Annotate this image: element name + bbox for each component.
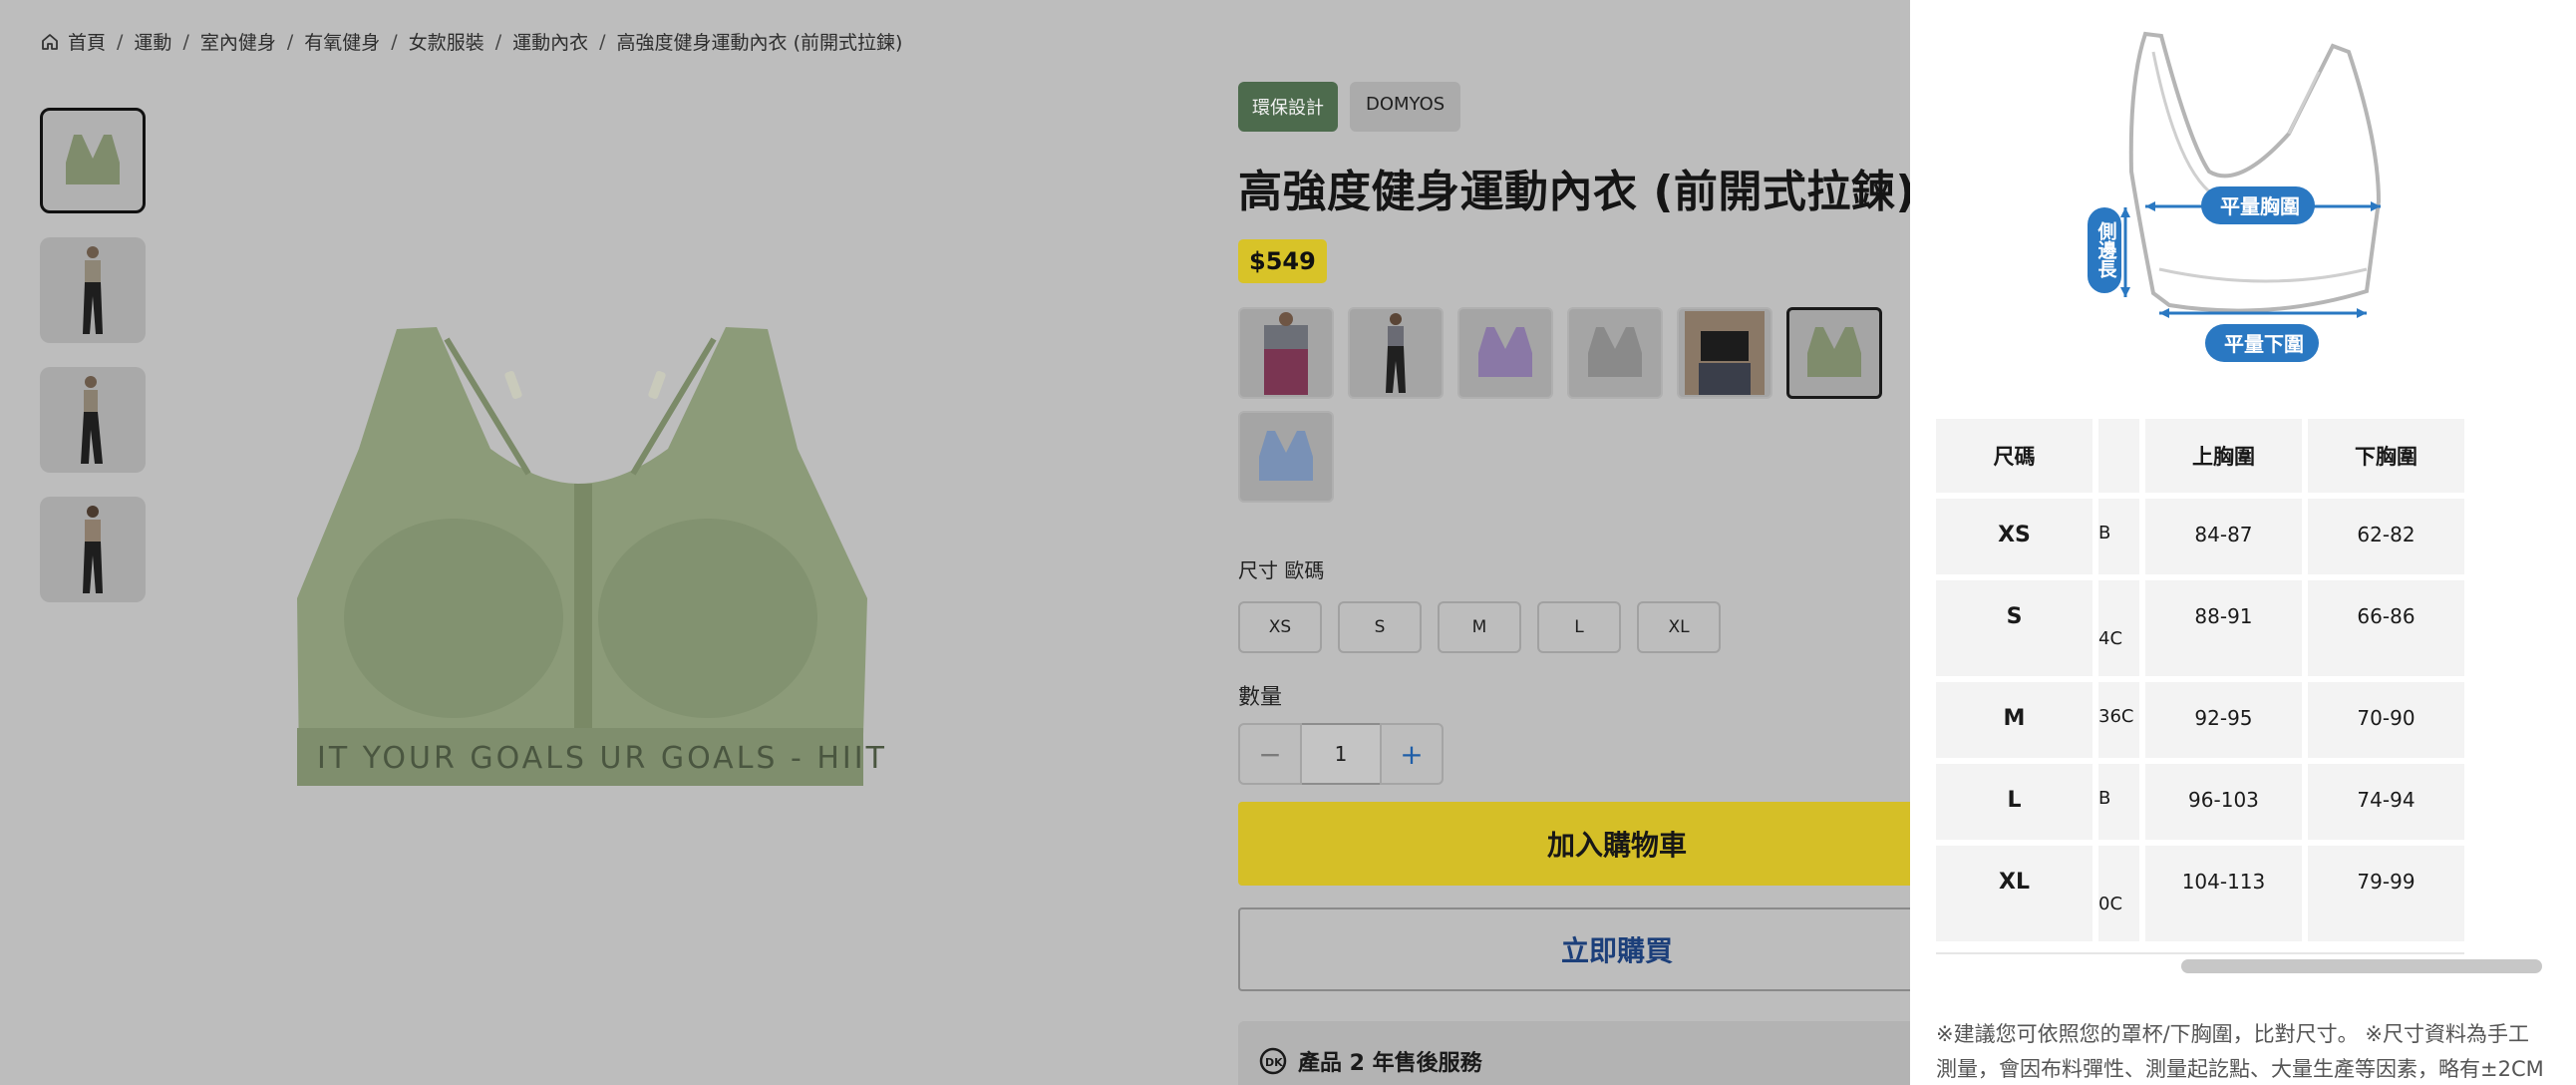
image-thumbnails [40,108,146,626]
cell-cup: B [2098,499,2139,574]
color-swatch-black[interactable] [1348,307,1444,399]
color-swatches [1238,307,1956,503]
cell-size: M [1936,682,2093,758]
cell-cup: B [2098,764,2139,840]
table-horizontal-scrollbar[interactable] [1936,952,2542,978]
breadcrumb-sports-bra[interactable]: 運動內衣 [512,28,588,55]
home-icon[interactable] [40,32,60,52]
thumbnail-model-back[interactable] [40,497,146,602]
product-title: 高強度健身運動內衣 (前開式拉鍊) [1238,167,1917,217]
breadcrumb: 首頁 / 運動 / 室內健身 / 有氧健身 / 女款服裝 / 運動內衣 / 高強度健身運動內… [40,28,902,55]
thumbnail-model-front[interactable] [40,237,146,343]
cell-underbust: 74-94 [2307,764,2464,840]
warranty-service-banner[interactable]: DK 產品 2 年售後服務 [1238,1021,1996,1085]
color-swatch-grey[interactable] [1567,307,1663,399]
size-label: 尺寸 歐碼 [1238,558,1325,582]
breadcrumb-indoor-fitness[interactable]: 室內健身 [200,28,276,55]
band-text: IT YOUR GOALS UR GOALS - HIIT [317,741,887,776]
size-option-xs[interactable]: XS [1238,601,1322,653]
under-width-label: 平量下圍 [2224,331,2304,356]
table-row: XS B 84-87 62-82 [1936,499,2464,574]
size-option-l[interactable]: L [1537,601,1621,653]
warranty-label: 產品 2 年售後服務 [1298,1051,1482,1076]
cell-cup: 0C [2098,846,2139,941]
breadcrumb-cardio[interactable]: 有氧健身 [304,28,380,55]
quantity-stepper: − 1 + [1238,723,1444,785]
breadcrumb-separator: / [286,30,294,53]
quantity-label: 數量 [1238,685,1283,710]
breadcrumb-separator: / [599,30,606,53]
svg-text:DK: DK [1265,1056,1283,1069]
table-row: XL 0C 104-113 79-99 [1936,846,2464,941]
header-bust: 上胸圍 [2144,419,2302,493]
color-swatch-green-selected[interactable] [1786,307,1882,399]
warranty-icon: DK [1259,1047,1287,1075]
sports-bra-image: IT YOUR GOALS UR GOALS - HIIT [297,327,887,786]
quantity-increase-button[interactable]: + [1380,723,1444,785]
color-swatch-blue[interactable] [1238,411,1334,503]
table-header-row: 尺碼 上胸圍 下胸圍 [1936,419,2464,493]
breadcrumb-separator: / [117,30,124,53]
bra-thumbnail-icon [66,135,120,184]
cell-size: XS [1936,499,2093,574]
size-options: XS S M L XL [1238,601,1936,653]
cell-size: L [1936,764,2093,840]
main-product-image[interactable]: IT YOUR GOALS UR GOALS - HIIT [279,299,917,838]
size-guide-note: ※建議您可依照您的罩杯/下胸圍，比對尺寸。 ※尺寸資料為手工測量，會因布料彈性、… [1936,1022,2544,1081]
color-swatch-black-model[interactable] [1677,307,1772,399]
table-row: S 4C 88-91 66-86 [1936,580,2464,676]
cell-underbust: 62-82 [2307,499,2464,574]
brand-badge[interactable]: DOMYOS [1350,82,1461,132]
header-cup [2098,419,2139,493]
table-row: L B 96-103 74-94 [1936,764,2464,840]
quantity-input[interactable]: 1 [1302,723,1380,785]
chest-width-label: 平量胸圍 [2220,193,2300,218]
size-option-m[interactable]: M [1438,601,1521,653]
table-row: M 36C 92-95 70-90 [1936,682,2464,758]
breadcrumb-sports[interactable]: 運動 [134,28,171,55]
size-option-s[interactable]: S [1338,601,1422,653]
side-length-label: 側邊長 [2094,220,2117,278]
breadcrumb-separator: / [182,30,189,53]
cell-bust: 96-103 [2144,764,2302,840]
breadcrumb-current: 高強度健身運動內衣 (前開式拉鍊) [616,32,903,54]
buy-now-button[interactable]: 立即購買 [1238,907,1996,991]
cell-bust: 84-87 [2144,499,2302,574]
price-badge: $549 [1238,239,1327,283]
model-thumbnail-icon [83,506,103,593]
cell-underbust: 66-86 [2307,580,2464,676]
cell-underbust: 70-90 [2307,682,2464,758]
add-to-cart-button[interactable]: 加入購物車 [1238,802,1996,886]
cell-underbust: 79-99 [2307,846,2464,941]
breadcrumb-home[interactable]: 首頁 [68,28,106,55]
cell-size: XL [1936,846,2093,941]
header-underbust: 下胸圍 [2307,419,2464,493]
breadcrumb-separator: / [391,30,398,53]
cell-bust: 88-91 [2144,580,2302,676]
model-thumbnail-icon [83,246,103,334]
size-guide-drawer: 側邊長 平量胸圍 平量下圍 尺碼 上胸圍 下胸圍 XS B 84-87 62-8… [1910,0,2576,1085]
thumbnail-model-side[interactable] [40,367,146,473]
breadcrumb-separator: / [494,30,502,53]
quantity-decrease-button[interactable]: − [1238,723,1302,785]
cell-cup: 36C [2098,682,2139,758]
thumbnail-product[interactable] [40,108,146,213]
color-swatch-grey-pink[interactable] [1238,307,1334,399]
cell-bust: 92-95 [2144,682,2302,758]
model-thumbnail-icon [81,376,103,464]
color-swatch-purple[interactable] [1457,307,1553,399]
cell-cup: 4C [2098,580,2139,676]
cell-size: S [1936,580,2093,676]
breadcrumb-womens-apparel[interactable]: 女款服裝 [409,28,484,55]
product-info: 環保設計 DOMYOS 高強度健身運動內衣 (前開式拉鍊) $549 尺寸 歐碼… [1238,82,1936,785]
cell-bust: 104-113 [2144,846,2302,941]
size-table[interactable]: 尺碼 上胸圍 下胸圍 XS B 84-87 62-82 S 4C 88-91 6… [1936,419,2464,957]
header-size: 尺碼 [1936,419,2093,493]
size-option-xl[interactable]: XL [1637,601,1721,653]
eco-design-badge[interactable]: 環保設計 [1238,82,1338,132]
scrollbar-thumb[interactable] [2181,959,2542,973]
